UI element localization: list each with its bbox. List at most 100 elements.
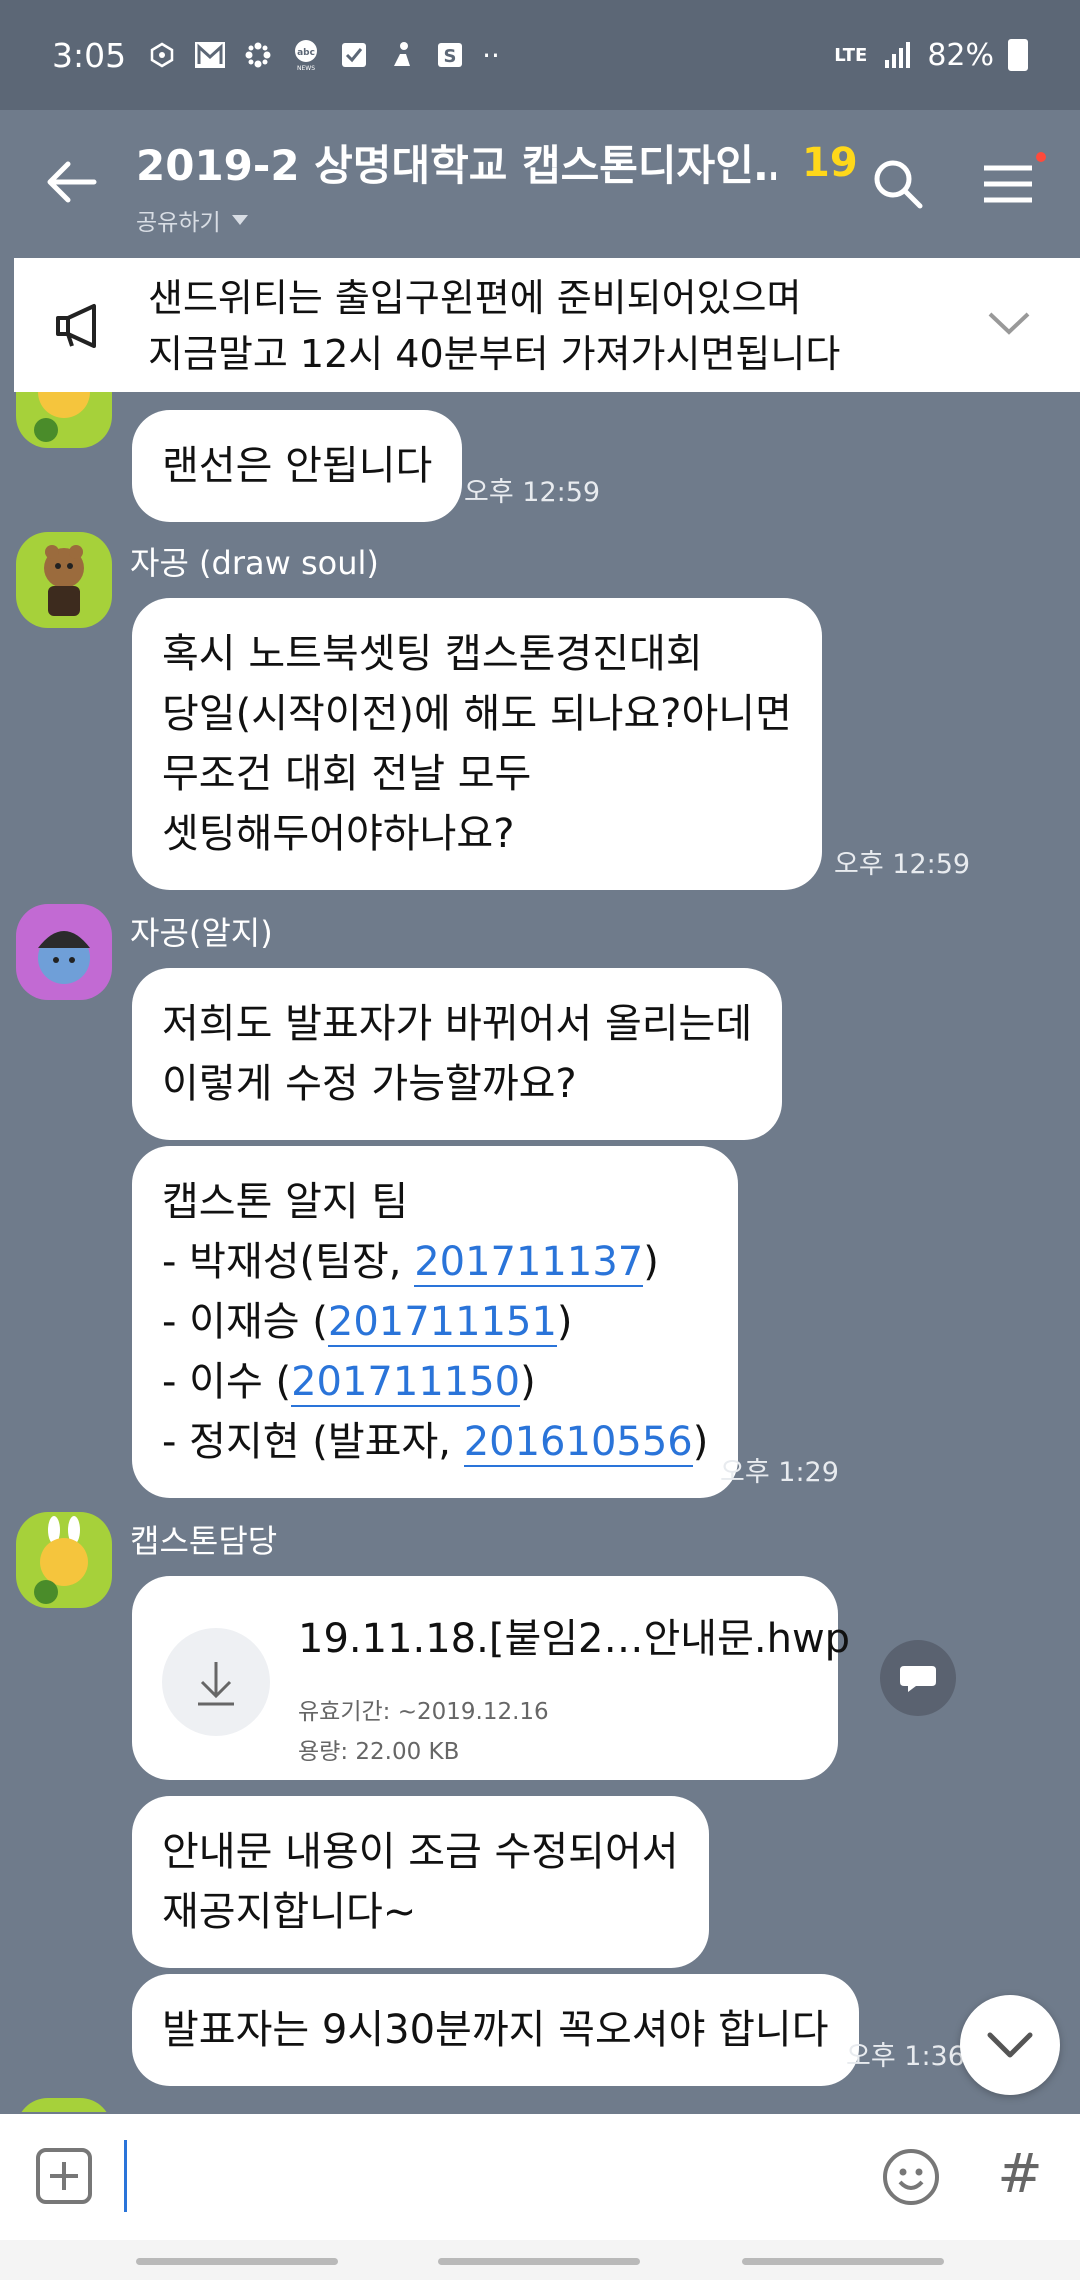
sender-name: 자공 (draw soul) (130, 544, 379, 582)
share-button[interactable] (880, 1640, 956, 1716)
message-text: 발표자는 9시30분까지 꼭오셔야 합니다 (162, 2007, 829, 2053)
message-input[interactable] (124, 2140, 844, 2212)
svg-text:S: S (444, 46, 457, 67)
battery-icon (1008, 39, 1028, 71)
notice-line: 지금말고 12시 40분부터 가져가시면됩니다 (148, 332, 841, 376)
arrow-left-icon (47, 161, 97, 203)
nav-handle-home[interactable] (438, 2258, 640, 2265)
student-id-link[interactable]: 201610556 (463, 1419, 693, 1467)
message-line: 캡스톤 알지 팀 (162, 1179, 409, 1225)
more-notifications: ·· (482, 38, 500, 72)
row-text: - 이재승 ( (162, 1299, 328, 1345)
avatar[interactable] (16, 532, 112, 628)
file-name: 19.11.18.[붙임2…안내문.hwp (298, 1616, 851, 1662)
message-line: 무조건 대회 전날 모두 (162, 751, 532, 797)
back-button[interactable] (40, 150, 104, 214)
avatar[interactable] (16, 392, 112, 448)
emoji-button[interactable] (880, 2146, 942, 2208)
megaphone-icon (56, 304, 96, 348)
chat-messages[interactable]: 랜선은 안됩니다 오후 12:59 자공 (draw soul) 혹시 노트북셋… (0, 392, 1080, 2112)
message-input-bar: # (0, 2114, 1080, 2240)
message-line: 저희도 발표자가 바뀌어서 올리는데 (162, 1001, 753, 1047)
notice-expand-button[interactable] (984, 298, 1034, 348)
share-label: 공유하기 (136, 210, 221, 236)
message-time: 오후 12:59 (834, 849, 971, 880)
nav-handle-back[interactable] (742, 2258, 944, 2265)
notice-icon-wrap (52, 298, 108, 354)
file-attachment[interactable]: 19.11.18.[붙임2…안내문.hwp 유효기간: ~2019.12.16 … (132, 1576, 850, 1780)
row-text: ) (692, 1419, 709, 1465)
share-dropdown[interactable]: 공유하기 (136, 203, 876, 237)
row-text: - 박재성(팀장, (162, 1239, 415, 1285)
chat-header: 2019-2 상명대학교 캡스톤디자인… 19 공유하기 (0, 110, 1080, 250)
svg-text:NEWS: NEWS (297, 65, 315, 71)
avatar[interactable] (16, 2098, 112, 2112)
message-bubble[interactable]: 랜선은 안됩니다 (132, 410, 463, 522)
notification-icons: abc NEWS S ·· (146, 39, 500, 72)
message-line: 재공지합니다~ (162, 1889, 417, 1935)
message-line: 이렇게 수정 가능할까요? (162, 1061, 577, 1107)
download-icon (198, 1662, 234, 1706)
abc-news-icon: abc NEWS (290, 39, 322, 71)
message-bubble[interactable]: 캡스톤 알지 팀 - 박재성(팀장, 201711137) - 이재승 (201… (132, 1146, 739, 1498)
gmail-icon (194, 39, 226, 71)
message-bubble[interactable]: 발표자는 9시30분까지 꼭오셔야 합니다 (132, 1974, 859, 2086)
avatar[interactable] (16, 904, 112, 1000)
message-line: 안내문 내용이 조금 수정되어서 (162, 1829, 679, 1875)
search-icon (874, 160, 923, 209)
svg-text:abc: abc (297, 48, 315, 58)
message-time: 오후 12:59 (464, 477, 601, 508)
scroll-to-bottom-button[interactable] (960, 1995, 1060, 2095)
signal-icon (881, 39, 913, 71)
message-text: 랜선은 안됩니다 (162, 443, 433, 489)
message-bubble[interactable]: 저희도 발표자가 바뀌어서 올리는데 이렇게 수정 가능할까요? (132, 968, 783, 1140)
hamburger-menu-icon (984, 165, 1032, 203)
row-text: ) (643, 1239, 659, 1285)
member-count: 19 (802, 139, 858, 186)
message-time: 오후 1:36 (846, 2041, 965, 2072)
attach-button[interactable] (34, 2146, 94, 2206)
team-member-row: - 이재승 (201711151) (162, 1292, 708, 1352)
message-line: 혹시 노트북셋팅 캡스톤경진대회 (162, 631, 703, 677)
row-text: ) (556, 1299, 573, 1345)
team-member-row: - 박재성(팀장, 201711137) (162, 1232, 708, 1292)
team-member-row: - 정지현 (발표자, 201610556) (162, 1412, 708, 1472)
sender-name: 캡스톤담당 (130, 1522, 278, 1560)
chat-title-area[interactable]: 2019-2 상명대학교 캡스톤디자인… 19 공유하기 (136, 132, 876, 237)
search-button[interactable] (868, 154, 928, 214)
plus-box-icon (36, 2148, 92, 2204)
team-member-row: - 이수 (201711150) (162, 1352, 708, 1412)
student-id-link[interactable]: 201711151 (327, 1299, 557, 1347)
message-bubble[interactable]: 안내문 내용이 조금 수정되어서 재공지합니다~ (132, 1796, 709, 1968)
pinwheel-app-icon (242, 39, 274, 71)
download-button[interactable] (162, 1628, 270, 1736)
file-expiry: 유효기간: ~2019.12.16 (298, 1699, 549, 1725)
message-line: 셋팅해두어야하나요? (162, 811, 515, 857)
hashtag-button[interactable]: # (990, 2142, 1050, 2206)
s-app-icon: S (434, 39, 466, 71)
chevron-down-icon (988, 312, 1030, 335)
nav-handle-recents[interactable] (136, 2258, 338, 2265)
system-nav-bar (0, 2240, 1080, 2280)
smiley-icon (883, 2149, 939, 2205)
avatar[interactable] (16, 1512, 112, 1608)
row-text: - 이수 ( (162, 1359, 292, 1405)
sender-name: 자공(알지) (130, 914, 273, 952)
student-id-link[interactable]: 201711150 (291, 1359, 521, 1407)
student-id-link[interactable]: 201711137 (414, 1239, 644, 1287)
chat-title: 2019-2 상명대학교 캡스톤디자인… (136, 141, 776, 190)
app-notification-icon (146, 39, 178, 71)
notice-line: 샌드위티는 출입구왼편에 준비되어있으며 (148, 276, 802, 320)
message-time: 오후 1:29 (720, 1457, 839, 1488)
row-text: ) (520, 1359, 536, 1405)
message-bubble[interactable]: 혹시 노트북셋팅 캡스톤경진대회 당일(시작이전)에 해도 되나요?아니면 무조… (132, 598, 822, 890)
checkbox-app-icon (338, 39, 370, 71)
menu-button[interactable] (978, 154, 1038, 214)
notice-content[interactable]: 샌드위티는 출입구왼편에 준비되어있으며 지금말고 12시 40분부터 가져가시… (14, 258, 1080, 392)
notification-dot (1036, 152, 1046, 162)
lte-indicator: LTE (834, 44, 868, 66)
caret-down-icon (231, 215, 248, 225)
system-status: LTE 82% (834, 38, 1028, 73)
status-bar: 3:05 abc NEWS S ·· LTE 82% (0, 0, 1080, 110)
chevron-down-icon (987, 2032, 1033, 2058)
